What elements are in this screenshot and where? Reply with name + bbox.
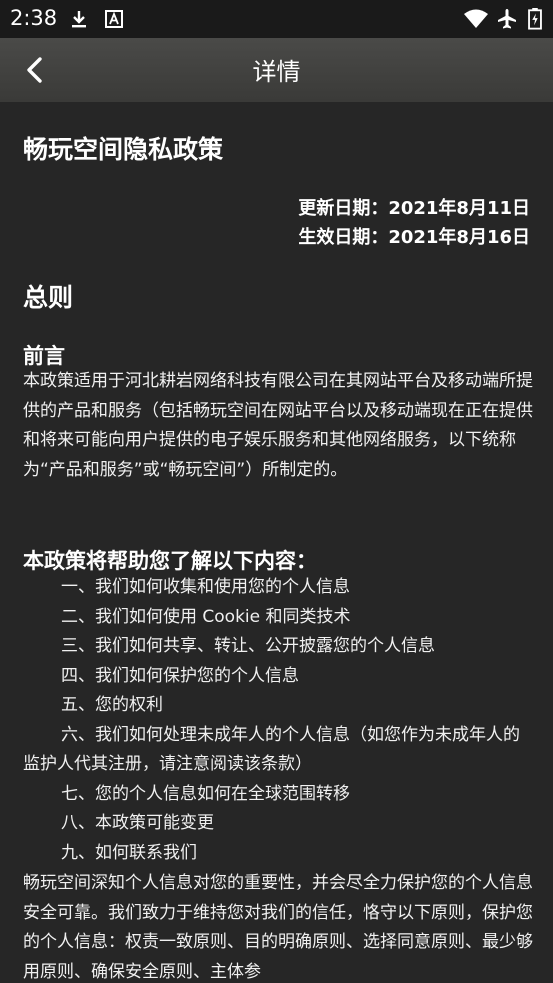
toc-item: 五、您的权利 <box>61 695 163 715</box>
toc-item: 六、我们如何处理未成年人的个人信息（如您作为未成年人的监护人代其注册，请注意阅读… <box>23 724 520 775</box>
battery-icon <box>528 8 542 30</box>
toc-item: 四、我们如何保护您的个人信息 <box>61 665 299 686</box>
toc-item: 九、如何联系我们 <box>61 842 197 863</box>
wifi-icon <box>464 9 488 28</box>
preface-heading: 前言 <box>23 344 65 368</box>
toc-heading: 本政策将帮助您了解以下内容： <box>23 549 317 573</box>
document-content[interactable]: 畅玩空间隐私政策 更新日期：2021年8月11日 生效日期：2021年8月16日… <box>0 102 553 983</box>
page-title: 详情 <box>252 58 301 86</box>
airplane-icon <box>498 9 516 29</box>
download-icon <box>72 11 86 28</box>
toc-item: 二、我们如何使用 Cookie 和同类技术 <box>61 606 351 627</box>
status-time: 2:38 <box>10 6 58 30</box>
toc-item: 八、本政策可能变更 <box>61 813 214 833</box>
toc-item: 七、您的个人信息如何在全球范围转移 <box>61 783 350 804</box>
toc-item: 三、我们如何共享、转让、公开披露您的个人信息 <box>61 636 435 656</box>
toc-list: 一、我们如何收集和使用您的个人信息 二、我们如何使用 Cookie 和同类技术 … <box>23 573 533 868</box>
update-date: 更新日期：2021年8月11日 <box>298 198 530 219</box>
intro-paragraph: 畅玩空间深知个人信息对您的重要性，并会尽全力保护您的个人信息安全可靠。我们致力于… <box>23 873 533 982</box>
effective-date: 生效日期：2021年8月16日 <box>298 227 530 248</box>
toc-item: 一、我们如何收集和使用您的个人信息 <box>61 577 350 597</box>
font-icon <box>105 10 123 28</box>
app-bar: 详情 <box>0 38 553 102</box>
status-bar: 2:38 <box>0 0 553 38</box>
section-heading: 总则 <box>23 283 74 312</box>
preface-paragraph: 本政策适用于河北耕岩网络科技有限公司在其网站平台及移动端所提供的产品和服务（包括… <box>23 371 533 480</box>
document-title: 畅玩空间隐私政策 <box>23 135 224 164</box>
